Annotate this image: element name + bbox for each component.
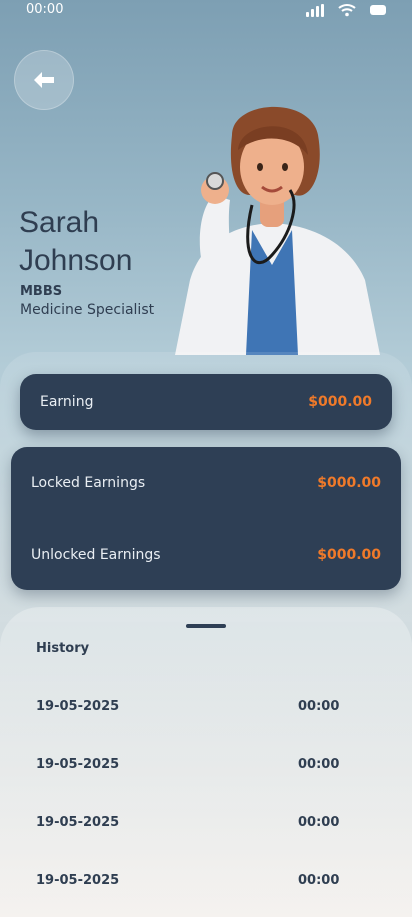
locked-earnings-label: Locked Earnings bbox=[31, 475, 146, 491]
history-time: 00:00 bbox=[298, 699, 340, 714]
locked-earnings-value: $000.00 bbox=[317, 475, 381, 491]
balances-card: Locked Earnings $000.00 Unlocked Earning… bbox=[11, 447, 401, 590]
history-date: 19-05-2025 bbox=[36, 699, 120, 714]
history-time: 00:00 bbox=[298, 873, 340, 888]
sheet-drag-handle[interactable] bbox=[186, 624, 226, 628]
arrow-left-icon bbox=[34, 72, 54, 88]
history-row: 19-05-2025 00:00 bbox=[36, 757, 340, 777]
history-row: 19-05-2025 00:00 bbox=[36, 815, 340, 835]
doctor-specialty: Medicine Specialist bbox=[20, 302, 155, 318]
back-button[interactable] bbox=[14, 50, 74, 110]
earning-label: Earning bbox=[40, 394, 94, 410]
history-row: 19-05-2025 00:00 bbox=[36, 699, 340, 719]
history-sheet: History 19-05-2025 00:00 19-05-2025 00:0… bbox=[0, 607, 412, 917]
history-date: 19-05-2025 bbox=[36, 815, 120, 830]
battery-icon bbox=[370, 5, 386, 15]
status-time: 00:00 bbox=[26, 2, 64, 17]
status-bar: 00:00 bbox=[0, 0, 412, 20]
earning-value: $000.00 bbox=[308, 394, 372, 410]
history-date: 19-05-2025 bbox=[36, 873, 120, 888]
unlocked-earnings-label: Unlocked Earnings bbox=[31, 547, 161, 563]
doctor-avatar bbox=[175, 106, 380, 355]
unlocked-earnings-value: $000.00 bbox=[317, 547, 381, 563]
history-row: 19-05-2025 00:00 bbox=[36, 873, 340, 893]
history-date: 19-05-2025 bbox=[36, 757, 120, 772]
signal-icon bbox=[306, 3, 324, 17]
earning-card[interactable]: Earning $000.00 bbox=[20, 374, 392, 430]
unlocked-earnings-row: Unlocked Earnings $000.00 bbox=[31, 547, 381, 567]
doctor-degree: MBBS bbox=[20, 284, 63, 299]
locked-earnings-row: Locked Earnings $000.00 bbox=[31, 475, 381, 495]
status-icons bbox=[306, 3, 386, 17]
history-title: History bbox=[36, 641, 90, 656]
earnings-screen: 00:00 Sarah Johnson MBBS Medicine Specia… bbox=[0, 0, 412, 917]
history-time: 00:00 bbox=[298, 757, 340, 772]
wifi-icon bbox=[338, 4, 356, 17]
history-time: 00:00 bbox=[298, 815, 340, 830]
